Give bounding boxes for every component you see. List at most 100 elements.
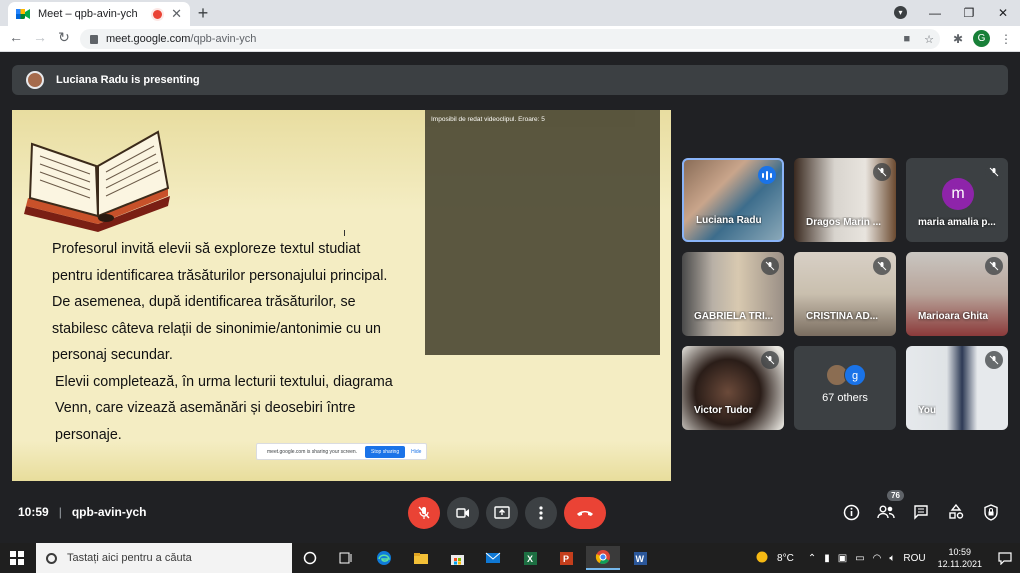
- participant-tile[interactable]: CRISTINA AD...: [794, 252, 896, 336]
- browser-tab-bar: Meet – qpb-avin-ych ✕ + ▾ — ❐ ✕: [0, 0, 1020, 26]
- more-vert-icon: [539, 506, 543, 520]
- back-icon[interactable]: ←: [6, 29, 26, 45]
- weather-sun-icon[interactable]: [755, 550, 769, 567]
- search-icon: [46, 552, 57, 564]
- tray-mic-icon[interactable]: ▮: [824, 553, 830, 564]
- meeting-code: qpb-avin-ych: [71, 505, 147, 519]
- taskbar-search-input[interactable]: Tastați aici pentru a căuta: [36, 543, 292, 573]
- slide-line: stabilesc câteva relații de sinonimie/an…: [52, 320, 382, 337]
- window-controls: — ❐ ✕: [918, 0, 1020, 26]
- file-explorer-icon[interactable]: [404, 546, 438, 570]
- participant-tile[interactable]: Luciana Radu: [682, 158, 784, 242]
- window-close-icon[interactable]: ✕: [986, 6, 1020, 20]
- participant-avatar: m: [942, 178, 974, 210]
- participant-name: Victor Tudor: [694, 405, 753, 416]
- present-now-button[interactable]: [486, 497, 518, 529]
- info-icon: [843, 504, 859, 520]
- tab-close-icon[interactable]: ✕: [171, 6, 182, 22]
- edge-icon[interactable]: [367, 546, 401, 570]
- tray-camera-icon[interactable]: ▣: [838, 553, 847, 564]
- minimize-icon[interactable]: —: [918, 6, 952, 20]
- tab-search-icon[interactable]: ▾: [894, 6, 907, 19]
- svg-text:W: W: [635, 554, 644, 564]
- hang-up-icon: [577, 511, 593, 516]
- participant-tile[interactable]: m maria amalia p...: [906, 158, 1008, 242]
- participant-tile[interactable]: Victor Tudor: [682, 346, 784, 430]
- browser-tab-meet[interactable]: Meet – qpb-avin-ych ✕: [8, 2, 190, 26]
- right-controls: 76: [842, 490, 1000, 521]
- participant-tile[interactable]: GABRIELA TRI...: [682, 252, 784, 336]
- screen-share-banner: meet.google.com is sharing your screen. …: [256, 443, 427, 460]
- mail-icon[interactable]: [476, 546, 510, 570]
- volume-icon[interactable]: 🔈︎: [889, 553, 895, 564]
- taskbar-clock[interactable]: 10:59 12.11.2021: [938, 546, 982, 570]
- host-controls-button[interactable]: [982, 503, 1000, 521]
- people-count-badge: 76: [887, 490, 904, 501]
- task-view-icon[interactable]: [329, 546, 363, 570]
- tray-chevron-up-icon[interactable]: ⌃: [808, 553, 816, 564]
- participant-name: CRISTINA AD...: [806, 311, 879, 322]
- activities-button[interactable]: [947, 503, 965, 521]
- participant-name: maria amalia p...: [918, 217, 996, 228]
- mic-toggle-button[interactable]: [408, 497, 440, 529]
- participant-name: Luciana Radu: [696, 215, 762, 226]
- meeting-details-button[interactable]: [842, 503, 860, 521]
- slide-body-text: Profesorul invită elevii să exploreze te…: [52, 236, 432, 448]
- word-icon[interactable]: W: [623, 546, 657, 570]
- speaking-indicator-icon: [758, 166, 776, 184]
- forward-icon[interactable]: →: [30, 29, 50, 45]
- chrome-icon[interactable]: [586, 546, 620, 570]
- mic-off-icon: [761, 351, 779, 369]
- activities-shapes-icon: [949, 504, 964, 519]
- presenter-avatar: [26, 71, 44, 89]
- chat-icon: [914, 505, 928, 520]
- mic-off-icon: [873, 257, 891, 275]
- cortana-icon[interactable]: [293, 546, 327, 570]
- meeting-time: 10:59: [18, 505, 49, 519]
- store-icon[interactable]: [440, 546, 474, 570]
- keyboard-language[interactable]: ROU: [903, 553, 925, 564]
- stop-sharing-button[interactable]: Stop sharing: [365, 445, 406, 458]
- slide-line: Elevii completează, în urma lecturii tex…: [55, 373, 393, 390]
- mouse-cursor-icon: [344, 230, 348, 236]
- system-tray: 8°C ⌃ ▮ ▣ ▭ ◠ 🔈︎ ROU 10:59 12.11.2021: [751, 543, 1020, 573]
- powerpoint-icon[interactable]: P: [549, 546, 583, 570]
- people-icon: [877, 505, 895, 519]
- address-bar[interactable]: meet.google.com/qpb-avin-ych: [80, 29, 940, 49]
- participant-name: You: [918, 405, 937, 416]
- mic-off-icon: [985, 257, 1003, 275]
- excel-icon[interactable]: X: [513, 546, 547, 570]
- chrome-menu-icon[interactable]: ⋮: [1000, 32, 1012, 46]
- camera-toggle-button[interactable]: [447, 497, 479, 529]
- bookmark-star-icon[interactable]: ☆: [924, 33, 934, 46]
- more-options-button[interactable]: [525, 497, 557, 529]
- participant-tile[interactable]: Dragos Marin ...: [794, 158, 896, 242]
- participant-avatar: g: [844, 364, 866, 386]
- extensions-puzzle-icon[interactable]: ✱: [953, 32, 963, 46]
- windows-start-icon[interactable]: [10, 551, 24, 565]
- others-tile[interactable]: g 67 others: [794, 346, 896, 430]
- profile-avatar[interactable]: G: [973, 30, 990, 47]
- battery-icon[interactable]: ▭: [855, 553, 864, 564]
- weather-temperature[interactable]: 8°C: [777, 553, 794, 564]
- omnibox-actions: ■ ☆: [903, 29, 934, 49]
- hide-banner-button[interactable]: Hide: [411, 449, 421, 455]
- participant-tile[interactable]: Marioara Ghita: [906, 252, 1008, 336]
- chat-button[interactable]: [912, 503, 930, 521]
- browser-toolbar: ← → ↻ meet.google.com/qpb-avin-ych ■ ☆ ✱…: [0, 26, 1020, 52]
- wifi-icon[interactable]: ◠: [873, 553, 882, 564]
- meet-main: Luciana Radu is presenting Profesorul in…: [0, 53, 1020, 543]
- reload-icon[interactable]: ↻: [54, 29, 74, 46]
- camera-in-use-icon[interactable]: ■: [903, 33, 910, 45]
- svg-text:X: X: [527, 554, 533, 564]
- new-tab-icon[interactable]: +: [194, 3, 212, 24]
- mic-off-icon: [418, 506, 430, 519]
- leave-call-button[interactable]: [564, 497, 606, 529]
- mic-off-icon: [985, 163, 1003, 181]
- people-button[interactable]: 76: [877, 490, 904, 521]
- notification-icon[interactable]: [990, 551, 1020, 565]
- restore-icon[interactable]: ❐: [952, 6, 986, 20]
- self-tile[interactable]: You: [906, 346, 1008, 430]
- open-book-icon: [24, 130, 170, 232]
- presentation-screen[interactable]: Profesorul invită elevii să exploreze te…: [12, 110, 671, 481]
